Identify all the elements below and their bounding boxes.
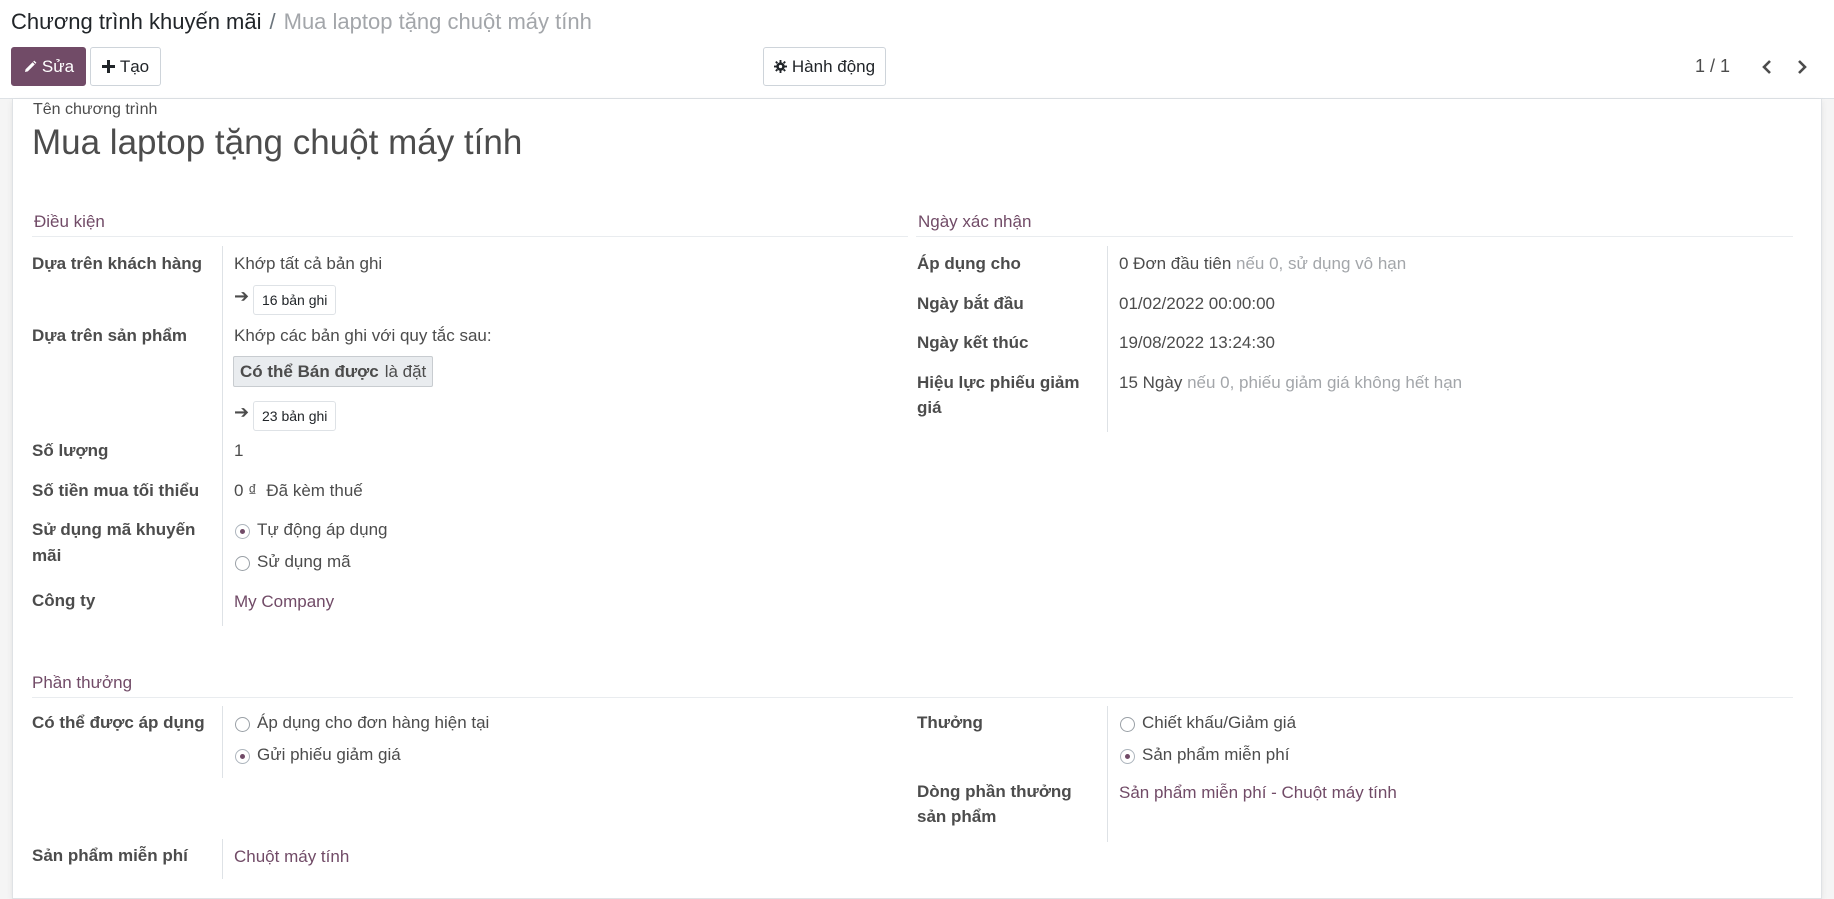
free-product-column-divider <box>222 839 223 879</box>
rewards-divider <box>32 697 1793 698</box>
conditions-column-divider <box>222 246 223 626</box>
breadcrumb-parent-link[interactable]: Chương trình khuyến mãi <box>11 9 262 34</box>
start-date-value: 01/02/2022 00:00:00 <box>1119 294 1275 313</box>
use-code-label[interactable]: Sử dụng mã <box>257 549 351 574</box>
rewards-column-divider-right <box>1107 706 1108 842</box>
end-date-value: 19/08/2022 13:24:30 <box>1119 333 1275 352</box>
customer-rule-value: Khớp tất cả bản ghi <box>234 254 383 273</box>
conditions-divider <box>32 236 908 237</box>
customer-records-button[interactable]: 16 bản ghi <box>253 285 337 315</box>
product-records-button[interactable]: 23 bản ghi <box>253 401 337 431</box>
product-rule-field: Có thể Bán được <box>240 361 379 381</box>
coupon-validity-hint: nếu 0, phiếu giảm giá không hết hạn <box>1187 373 1463 392</box>
validity-section-title: Ngày xác nhận <box>918 212 1032 231</box>
promo-code-label-line2: mãi <box>32 546 62 565</box>
minimum-amount-number: 0 ₫ <box>234 481 257 500</box>
send-coupon-radio[interactable] <box>235 749 250 764</box>
edit-button-label: Sửa <box>41 56 75 76</box>
promo-code-label-line1: Sử dụng mã khuyến <box>32 520 196 539</box>
send-coupon-label[interactable]: Gửi phiếu giảm giá <box>257 742 401 767</box>
product-rule-value: Khớp các bản ghi với quy tắc sau: <box>234 326 492 345</box>
end-date-label: Ngày kết thúc <box>917 333 1029 352</box>
product-rule-label: Dựa trên sản phẩm <box>32 326 187 345</box>
reward-line-label-line1: Dòng phần thưởng <box>917 782 1072 801</box>
pager-value[interactable]: 1 / 1 <box>1695 56 1730 77</box>
create-button[interactable]: Tạo <box>90 47 161 86</box>
program-name-value: Mua laptop tặng chuột máy tính <box>32 123 523 162</box>
validity-column-divider <box>1107 246 1108 432</box>
rewards-column-divider-left <box>222 706 223 778</box>
minimum-amount-label: Số tiền mua tối thiểu <box>32 481 200 500</box>
apply-on-number: 0 Đơn đầu tiên <box>1119 254 1232 273</box>
apply-current-order-label[interactable]: Áp dụng cho đơn hàng hiện tại <box>257 710 489 735</box>
validity-divider <box>916 236 1793 237</box>
chevron-left-icon <box>1762 60 1771 74</box>
apply-on-value: 0 Đơn đầu tiên nếu 0, sử dụng vô hạn <box>1119 251 1406 276</box>
free-product-label: Sản phẩm miễn phí <box>32 846 188 865</box>
customer-rule-label: Dựa trên khách hàng <box>32 254 203 273</box>
company-link[interactable]: My Company <box>234 589 334 614</box>
apply-current-order-radio[interactable] <box>235 717 250 732</box>
use-code-radio[interactable] <box>235 556 250 571</box>
apply-on-hint: nếu 0, sử dụng vô hạn <box>1236 254 1407 273</box>
reward-line-link[interactable]: Sản phẩm miễn phí - Chuột máy tính <box>1119 780 1397 805</box>
edit-button[interactable]: Sửa <box>11 47 86 86</box>
pencil-icon <box>23 60 37 74</box>
arrow-right-icon: ➔ <box>234 402 250 422</box>
breadcrumb-separator: / <box>269 9 276 34</box>
auto-apply-label[interactable]: Tự động áp dụng <box>257 517 387 542</box>
start-date-label: Ngày bắt đầu <box>917 294 1024 313</box>
breadcrumb: Chương trình khuyến mãi / Mua laptop tặng … <box>11 8 592 36</box>
plus-icon <box>101 60 115 73</box>
form-view: Tên chương trình Mua laptop tặng chuột m… <box>0 99 1834 899</box>
minimum-amount-value: 0 ₫ Đã kèm thuế <box>234 478 363 503</box>
rewards-section-title: Phần thưởng <box>32 673 133 692</box>
applicable-on-label: Có thể được áp dụng <box>32 713 205 732</box>
form-sheet: Tên chương trình Mua laptop tặng chuột m… <box>12 99 1822 899</box>
free-product-link[interactable]: Chuột máy tính <box>234 844 349 869</box>
coupon-validity-number: 15 Ngày <box>1119 373 1183 392</box>
coupon-validity-value: 15 Ngày nếu 0, phiếu giảm giá không hết … <box>1119 370 1462 395</box>
pager-next-button[interactable] <box>1787 52 1817 82</box>
free-product-radio[interactable] <box>1120 749 1135 764</box>
action-menu-button[interactable]: Hành động <box>763 47 886 86</box>
chevron-right-icon <box>1798 60 1807 74</box>
coupon-validity-label-line2: giá <box>917 398 942 417</box>
gear-icon <box>773 60 787 73</box>
apply-on-label: Áp dụng cho <box>917 254 1021 273</box>
auto-apply-radio[interactable] <box>235 524 250 539</box>
reward-type-label: Thưởng <box>917 713 983 732</box>
program-name-label: Tên chương trình <box>33 101 158 118</box>
product-rule-operator: là đặt <box>384 361 427 381</box>
breadcrumb-current: Mua laptop tặng chuột máy tính <box>283 9 592 34</box>
control-panel: Chương trình khuyến mãi / Mua laptop tặng … <box>0 0 1834 99</box>
conditions-section-title: Điều kiện <box>34 212 105 231</box>
free-product-option-label[interactable]: Sản phẩm miễn phí <box>1142 742 1289 767</box>
quantity-label: Số lượng <box>32 441 109 460</box>
discount-label[interactable]: Chiết khấu/Giảm giá <box>1142 710 1296 735</box>
pager-previous-button[interactable] <box>1752 52 1782 82</box>
arrow-right-icon: ➔ <box>234 286 250 306</box>
create-button-label: Tạo <box>119 56 150 76</box>
company-label: Công ty <box>32 591 96 610</box>
coupon-validity-label-line1: Hiệu lực phiếu giảm <box>917 373 1080 392</box>
discount-radio[interactable] <box>1120 717 1135 732</box>
tax-mode-value: Đã kèm thuế <box>266 481 363 500</box>
action-menu-label: Hành động <box>791 56 876 76</box>
reward-line-label-line2: sản phẩm <box>917 807 997 826</box>
quantity-value: 1 <box>234 441 244 460</box>
product-rule-chip[interactable]: Có thể Bán được là đặt <box>233 356 434 387</box>
